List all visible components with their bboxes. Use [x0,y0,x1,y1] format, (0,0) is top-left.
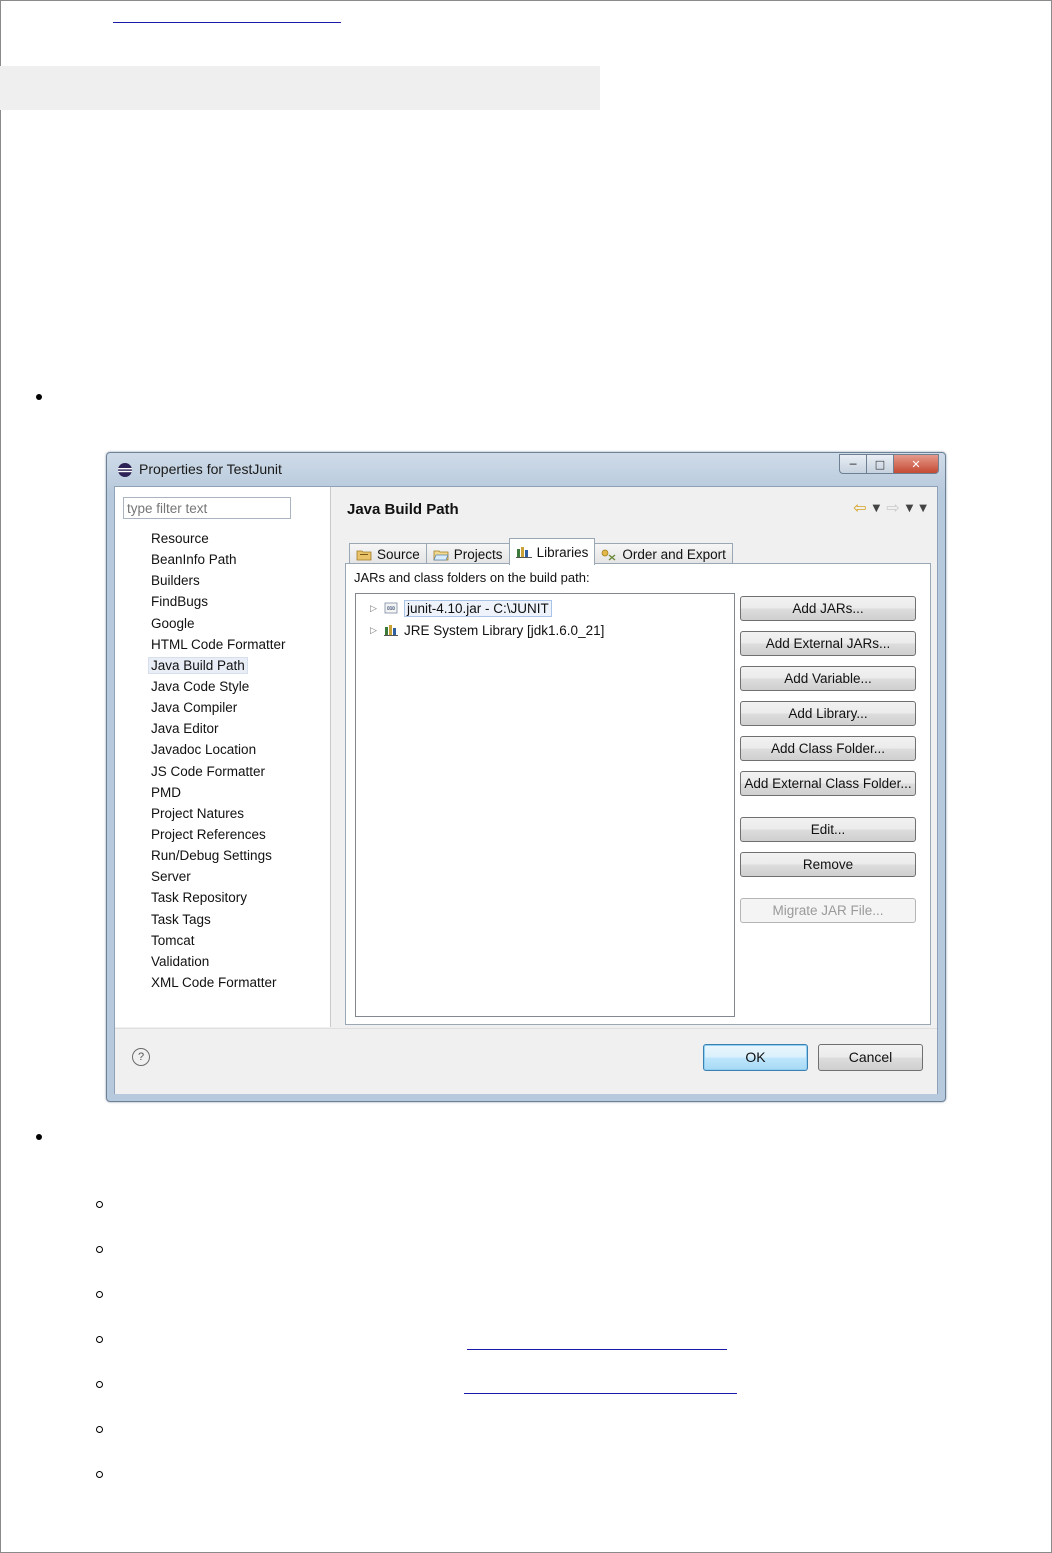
remove-button[interactable]: Remove [740,852,916,877]
source-folder-icon [356,550,372,560]
tree-item-validation[interactable]: Validation [151,953,286,974]
pane-title: Java Build Path [347,501,459,518]
tree-item-resource[interactable]: Resource [151,530,286,551]
expand-arrow-icon[interactable]: ▷ [370,603,378,614]
filter-input[interactable] [123,497,291,519]
minimize-icon: ─ [849,457,857,471]
tab-order-and-export[interactable]: Order and Export [594,543,733,565]
tree-item-findbugs[interactable]: FindBugs [151,593,286,614]
close-icon: ✕ [911,457,921,471]
library-tree[interactable]: ▷ 010 junit-4.10.jar - C:\JUNIT ▷ JRE Sy… [355,593,735,1017]
ok-button[interactable]: OK [703,1044,808,1071]
add-library-button[interactable]: Add Library... [740,701,916,726]
libraries-icon [515,547,532,558]
sub-bullet-4 [96,1336,103,1343]
property-tree-pane: Resource BeanInfo Path Builders FindBugs… [115,487,331,1027]
tree-item-java-compiler[interactable]: Java Compiler [151,699,286,720]
jar-icon: 010 [384,602,398,614]
expand-arrow-icon[interactable]: ▷ [370,625,378,636]
build-path-tabs: Source Projects Libraries Order and Expo… [349,537,733,565]
back-arrow-icon[interactable]: ⇦ [853,500,866,517]
dialog-footer: ? OK Cancel [115,1028,937,1094]
back-dropdown-icon[interactable]: ▼ [872,501,880,517]
sub-bullet-7 [96,1471,103,1478]
code-block-bar [0,66,600,110]
top-link-underline[interactable] [113,12,341,23]
link-underline-1[interactable] [467,1349,727,1350]
add-external-class-folder-button[interactable]: Add External Class Folder... [740,771,916,796]
forward-dropdown-icon[interactable]: ▼ [906,501,914,517]
tree-item-task-repository[interactable]: Task Repository [151,889,286,910]
nav-arrows: ⇦ ▼ ⇨ ▼ ▼ [853,500,927,517]
dialog-client: Resource BeanInfo Path Builders FindBugs… [114,486,938,1094]
tree-item-tomcat[interactable]: Tomcat [151,932,286,953]
tree-item-javadoc-location[interactable]: Javadoc Location [151,741,286,762]
add-jars-button[interactable]: Add JARs... [740,596,916,621]
library-node-junit[interactable]: ▷ 010 junit-4.10.jar - C:\JUNIT [370,599,552,617]
tree-item-java-editor[interactable]: Java Editor [151,720,286,741]
tree-item-server[interactable]: Server [151,868,286,889]
tree-item-xml-code-formatter[interactable]: XML Code Formatter [151,974,286,995]
maximize-icon: □ [874,457,886,471]
add-class-folder-button[interactable]: Add Class Folder... [740,736,916,761]
bullet-2 [36,1134,42,1140]
tree-item-google[interactable]: Google [151,615,286,636]
minimize-button[interactable]: ─ [839,454,867,474]
dialog-title: Properties for TestJunit [139,461,282,477]
tree-item-js-code-formatter[interactable]: JS Code Formatter [151,763,286,784]
jars-label: JARs and class folders on the build path… [354,570,590,585]
help-icon[interactable]: ? [132,1048,150,1066]
tab-source[interactable]: Source [349,543,427,565]
dialog-titlebar[interactable]: Properties for TestJunit ─ □ ✕ [107,453,945,485]
view-menu-icon[interactable]: ▼ [919,501,927,517]
tree-item-builders[interactable]: Builders [151,572,286,593]
tree-item-beaninfo-path[interactable]: BeanInfo Path [151,551,286,572]
link-underline-2[interactable] [464,1393,737,1394]
build-path-pane: Java Build Path ⇦ ▼ ⇨ ▼ ▼ Source Project… [331,487,937,1027]
close-button[interactable]: ✕ [894,454,939,474]
tree-item-html-code-formatter[interactable]: HTML Code Formatter [151,636,286,657]
eclipse-icon [118,463,132,477]
tree-item-pmd[interactable]: PMD [151,784,286,805]
tab-projects[interactable]: Projects [425,543,510,565]
tree-item-project-natures[interactable]: Project Natures [151,805,286,826]
cancel-button[interactable]: Cancel [818,1044,923,1071]
maximize-button[interactable]: □ [867,454,894,474]
sub-bullet-6 [96,1426,103,1433]
library-node-jre[interactable]: ▷ JRE System Library [jdk1.6.0_21] [370,621,604,639]
property-tree: Resource BeanInfo Path Builders FindBugs… [148,530,286,995]
library-icon [384,625,398,636]
libraries-tab-body: JARs and class folders on the build path… [345,563,931,1025]
tree-item-java-build-path[interactable]: Java Build Path [148,656,286,678]
sub-bullet-1 [96,1201,103,1208]
svg-text:010: 010 [387,606,395,611]
tree-item-project-references[interactable]: Project References [151,826,286,847]
projects-folder-icon [433,550,449,560]
migrate-jar-file-button[interactable]: Migrate JAR File... [740,898,916,923]
properties-dialog: Properties for TestJunit ─ □ ✕ Resource … [106,452,946,1102]
tree-item-java-code-style[interactable]: Java Code Style [151,678,286,699]
window-controls: ─ □ ✕ [839,454,939,474]
tree-item-run-debug-settings[interactable]: Run/Debug Settings [151,847,286,868]
add-variable-button[interactable]: Add Variable... [740,666,916,691]
tree-item-task-tags[interactable]: Task Tags [151,911,286,932]
add-external-jars-button[interactable]: Add External JARs... [740,631,916,656]
sub-bullet-2 [96,1246,103,1253]
edit-button[interactable]: Edit... [740,817,916,842]
forward-arrow-icon[interactable]: ⇨ [886,500,899,517]
sub-bullet-5 [96,1381,103,1388]
sub-bullet-3 [96,1291,103,1298]
order-export-icon [601,549,616,561]
tab-libraries[interactable]: Libraries [508,538,596,565]
bullet-1 [36,394,42,400]
